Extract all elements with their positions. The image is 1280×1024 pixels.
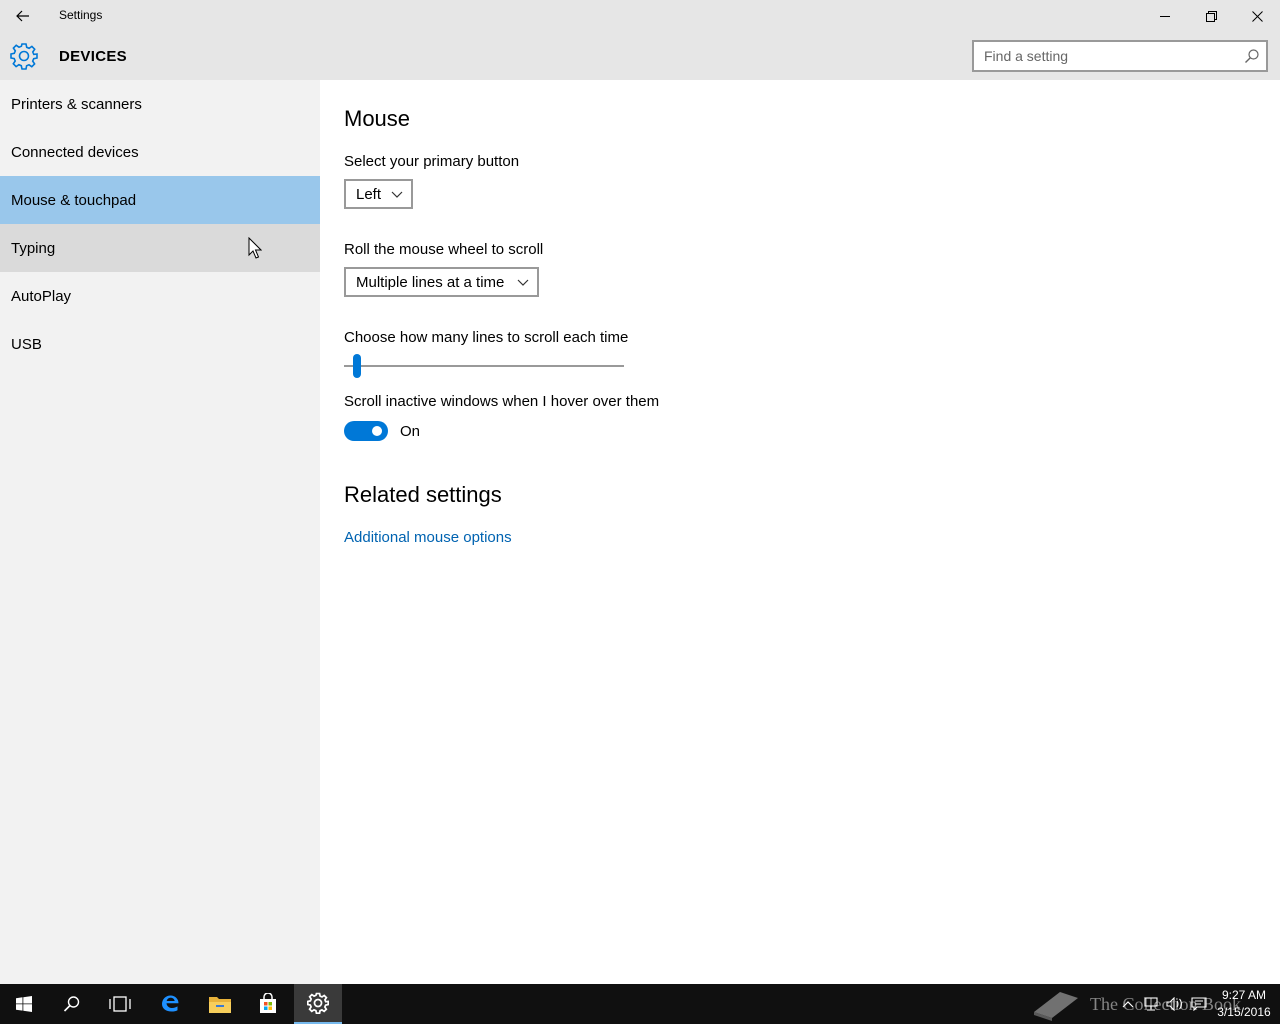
settings-header: DEVICES: [0, 32, 1280, 80]
wheel-scroll-dropdown[interactable]: Multiple lines at a time: [344, 267, 539, 297]
inactive-scroll-toggle[interactable]: [344, 421, 388, 441]
wheel-scroll-label: Roll the mouse wheel to scroll: [344, 241, 544, 258]
action-center-button[interactable]: [1188, 984, 1210, 1024]
task-view-button[interactable]: [96, 984, 144, 1024]
minimize-icon: [1160, 16, 1170, 17]
minimize-button[interactable]: [1142, 0, 1188, 32]
clock-date: 3/15/2016: [1217, 1005, 1271, 1019]
network-icon: [1144, 997, 1158, 1011]
section-title: DEVICES: [59, 48, 127, 65]
search-box[interactable]: [972, 40, 1268, 72]
volume-tray-button[interactable]: [1164, 984, 1186, 1024]
sidebar-item-label: Printers & scanners: [11, 95, 142, 113]
lines-slider-label: Choose how many lines to scroll each tim…: [344, 329, 629, 346]
title-bar: Settings: [0, 0, 1280, 32]
toggle-knob: [372, 426, 382, 436]
sidebar-item-autoplay[interactable]: AutoPlay: [0, 272, 320, 320]
show-hidden-icons-button[interactable]: [1118, 984, 1138, 1024]
clock-time: 9:27 AM: [1221, 988, 1267, 1002]
sidebar-item-connected-devices[interactable]: Connected devices: [0, 128, 320, 176]
sidebar-item-label: USB: [11, 335, 42, 353]
close-icon: [1251, 10, 1263, 22]
restore-icon: [1205, 10, 1217, 22]
toggle-state-label: On: [400, 423, 421, 440]
chevron-up-icon: [1122, 1001, 1134, 1008]
lines-slider-thumb[interactable]: [353, 354, 362, 378]
edge-icon: [162, 995, 179, 1012]
page-title: Mouse: [344, 106, 411, 131]
window-title: Settings: [59, 8, 103, 22]
search-input[interactable]: [974, 42, 1234, 70]
settings-app-button[interactable]: [294, 984, 342, 1024]
sidebar-item-label: AutoPlay: [11, 287, 72, 305]
mouse-cursor-icon: [248, 237, 262, 259]
gear-icon: [10, 43, 38, 70]
sidebar-item-label: Mouse & touchpad: [11, 191, 137, 209]
search-icon: [63, 996, 80, 1012]
close-button[interactable]: [1234, 0, 1280, 32]
chevron-down-icon: [517, 279, 529, 286]
search-icon[interactable]: [1244, 48, 1260, 64]
taskbar-clock[interactable]: 9:27 AM 3/15/2016: [1212, 987, 1276, 1021]
folder-icon: [209, 997, 231, 1013]
primary-button-dropdown[interactable]: Left: [344, 179, 413, 209]
sidebar-item-printers-scanners[interactable]: Printers & scanners: [0, 80, 320, 128]
sidebar-item-label: Connected devices: [11, 143, 139, 161]
task-view-icon: [109, 996, 131, 1012]
sidebar-item-usb[interactable]: USB: [0, 320, 320, 368]
lines-slider-track[interactable]: [344, 365, 624, 367]
restore-button[interactable]: [1188, 0, 1234, 32]
additional-mouse-options-link[interactable]: Additional mouse options: [344, 529, 512, 546]
edge-app-button[interactable]: [146, 984, 194, 1024]
notification-icon: [1191, 997, 1207, 1011]
sidebar-item-mouse-touchpad[interactable]: Mouse & touchpad: [0, 176, 320, 224]
sidebar-item-label: Typing: [11, 239, 56, 257]
volume-icon: [1166, 997, 1182, 1011]
primary-button-label: Select your primary button: [344, 153, 520, 170]
start-button[interactable]: [0, 984, 48, 1024]
wheel-scroll-value: Multiple lines at a time: [356, 273, 505, 291]
inactive-scroll-label: Scroll inactive windows when I hover ove…: [344, 393, 660, 410]
store-icon: [260, 993, 276, 1013]
back-button[interactable]: [0, 0, 46, 32]
network-tray-button[interactable]: [1140, 984, 1162, 1024]
windows-logo-icon: [16, 996, 32, 1012]
sidebar: Printers & scanners Connected devices Mo…: [0, 80, 320, 984]
search-taskbar-button[interactable]: [48, 984, 96, 1024]
chevron-down-icon: [391, 191, 403, 198]
back-arrow-icon: [16, 10, 29, 22]
gear-icon: [307, 992, 329, 1014]
book-logo-icon: [1034, 992, 1078, 1021]
main-content: Mouse Select your primary button Left Ro…: [320, 80, 1280, 984]
sidebar-item-typing[interactable]: Typing: [0, 224, 320, 272]
primary-button-value: Left: [356, 185, 382, 203]
taskbar: The Collection Book 9:27 AM 3/15/2016: [0, 984, 1280, 1024]
file-explorer-button[interactable]: [196, 984, 244, 1024]
related-settings-heading: Related settings: [344, 482, 502, 507]
store-app-button[interactable]: [244, 984, 292, 1024]
